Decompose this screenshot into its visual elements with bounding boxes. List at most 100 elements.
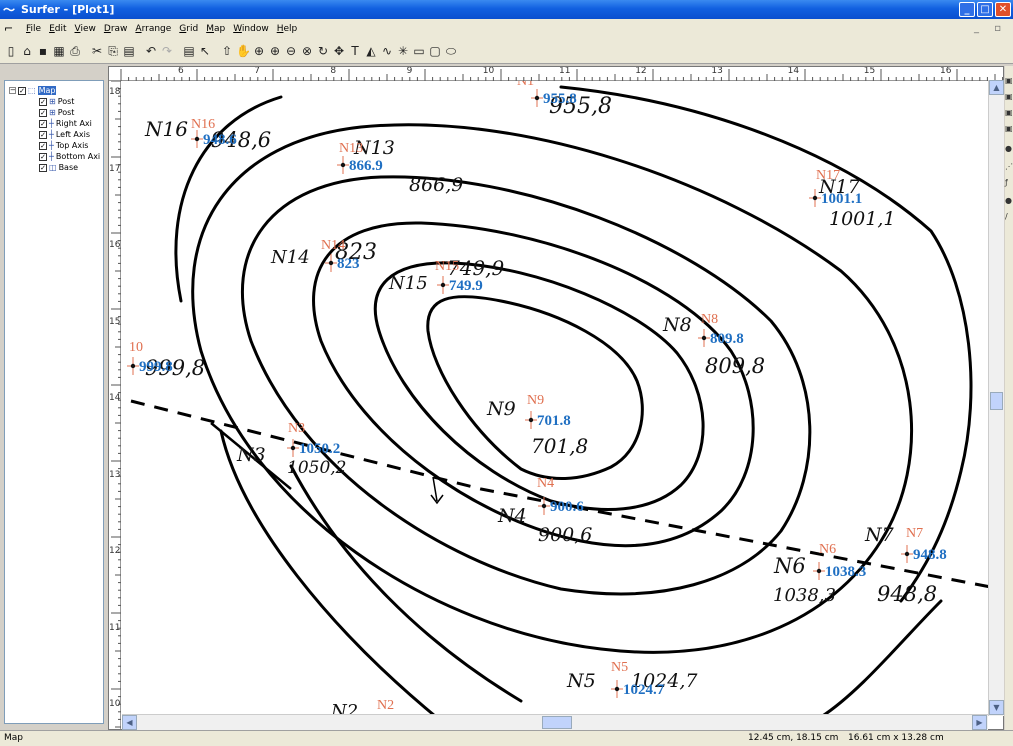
select-arrow-icon[interactable]: ⇧ — [220, 43, 234, 59]
zoom-in-icon[interactable]: ⊕ — [252, 43, 266, 59]
zoom-rect-icon[interactable]: ⊕ — [268, 43, 282, 59]
visibility-checkbox[interactable]: ✓ — [39, 119, 47, 128]
paste-icon[interactable]: ▤ — [122, 43, 136, 59]
well-value-label: 948.6 — [203, 132, 237, 148]
menu-map[interactable]: Map — [202, 24, 229, 34]
well-name-label: N8 — [701, 312, 718, 327]
post-symbol — [611, 680, 623, 698]
tree-item[interactable]: ✓ ┼ Bottom Axi — [39, 151, 100, 162]
ellipse-tool-icon[interactable]: ⬭ — [444, 43, 458, 59]
tool-icon[interactable]: ƒ — [1005, 178, 1008, 187]
menu-grid[interactable]: Grid — [175, 24, 202, 34]
visibility-checkbox[interactable]: ✓ — [39, 130, 47, 139]
tree-item[interactable]: ✓ ┼ Left Axis — [39, 129, 90, 140]
polyline-tool-icon[interactable]: ∿ — [380, 43, 394, 59]
handwritten-label: 900,6 — [538, 524, 592, 546]
well-value-label: 1001.1 — [821, 191, 862, 207]
maximize-button[interactable]: □ — [977, 2, 993, 17]
visibility-checkbox[interactable]: ✓ — [39, 108, 47, 117]
map-canvas[interactable]: N16 948,6955,8N13866,9 N171001,1N14 823N157… — [109, 67, 1004, 730]
well-name-label: 10 — [129, 340, 143, 355]
undo-icon[interactable]: ↶ — [144, 43, 158, 59]
visibility-checkbox[interactable]: ✓ — [39, 163, 47, 172]
horizontal-scrollbar[interactable]: ◀ ▶ — [122, 714, 988, 730]
menu-file[interactable]: File — [22, 24, 45, 34]
menu-arrange[interactable]: Arrange — [131, 24, 175, 34]
context-help-icon[interactable]: ↖ — [198, 43, 212, 59]
visibility-checkbox[interactable]: ✓ — [39, 97, 47, 106]
tool-icon[interactable]: ▣ — [1005, 124, 1013, 133]
rectangle-tool-icon[interactable]: ▭ — [412, 43, 426, 59]
tool-icon[interactable]: ▣ — [1005, 108, 1013, 117]
redo-icon[interactable]: ↷ — [160, 43, 174, 59]
polygon-tool-icon[interactable]: ◭ — [364, 43, 378, 59]
well-value-label: 823 — [337, 256, 360, 272]
cut-icon[interactable]: ✂ — [90, 43, 104, 59]
zoom-out-icon[interactable]: ⊖ — [284, 43, 298, 59]
tree-item[interactable]: ✓ ⊞ Post — [39, 107, 74, 118]
ruler-tick-label: 10 — [109, 699, 121, 709]
tool-icon[interactable]: ● — [1005, 196, 1012, 205]
tool-icon[interactable]: ▣ — [1005, 76, 1013, 85]
move-icon[interactable]: ✥ — [332, 43, 346, 59]
scroll-right-arrow[interactable]: ▶ — [972, 715, 987, 730]
worksheet-icon[interactable]: ▦ — [52, 43, 66, 59]
tree-item[interactable]: − ✓ ⬚ Map — [9, 85, 57, 96]
zoom-page-icon[interactable]: ⊗ — [300, 43, 314, 59]
tool-icon[interactable]: ▣ — [1005, 92, 1013, 101]
minimize-button[interactable]: _ — [959, 2, 975, 17]
tree-item[interactable]: ✓ ┼ Top Axis — [39, 140, 88, 151]
rotate-icon[interactable]: ↻ — [316, 43, 330, 59]
tool-icon[interactable]: ● — [1005, 144, 1012, 153]
document-icon[interactable]: ⌐ — [4, 22, 18, 35]
collapse-icon[interactable]: − — [9, 87, 16, 94]
vertical-scroll-thumb[interactable] — [990, 392, 1003, 410]
tree-item[interactable]: ✓ ┼ Right Axi — [39, 118, 92, 129]
menu-view[interactable]: View — [71, 24, 100, 34]
save-icon[interactable]: ▪ — [36, 43, 50, 59]
new-file-icon[interactable]: ▯ — [4, 43, 18, 59]
well-name-label: N5 — [611, 660, 628, 675]
visibility-checkbox[interactable]: ✓ — [18, 86, 26, 95]
rounded-rectangle-tool-icon[interactable]: ▢ — [428, 43, 442, 59]
vertical-scrollbar[interactable]: ▲ ▼ — [988, 80, 1004, 716]
ruler-tick-label: 11 — [109, 622, 121, 633]
window-title: Surfer - [Plot1] — [21, 3, 115, 16]
tree-item[interactable]: ✓ ◫ Base — [39, 162, 78, 173]
menu-draw[interactable]: Draw — [100, 24, 132, 34]
menu-window[interactable]: Window — [229, 24, 273, 34]
close-button[interactable]: ✕ — [995, 2, 1011, 17]
tool-icon[interactable]: ⋰ — [1005, 162, 1013, 171]
menu-label: elp — [283, 23, 298, 34]
text-tool-icon[interactable]: T — [348, 43, 362, 59]
scroll-down-arrow[interactable]: ▼ — [989, 700, 1004, 715]
well-name-label: N4 — [537, 476, 554, 491]
plot-view[interactable]: N16 948,6 955,8 N13 866,9 N17 1001,1 N14 823 N15 7… — [108, 66, 1004, 730]
cursor-position: 12.45 cm, 18.15 cm — [748, 733, 839, 743]
visibility-checkbox[interactable]: ✓ — [39, 152, 47, 161]
handwritten-label: N15 — [388, 273, 428, 294]
copy-icon[interactable]: ⎘ — [106, 43, 120, 59]
open-folder-icon[interactable]: ⌂ — [20, 43, 34, 59]
menu-edit[interactable]: Edit — [45, 24, 70, 34]
horizontal-scroll-thumb[interactable] — [542, 716, 572, 729]
symbol-tool-icon[interactable]: ✳ — [396, 43, 410, 59]
object-manager-icon[interactable]: ▤ — [182, 43, 196, 59]
tree-item-label: Post — [57, 108, 75, 117]
post-markers — [127, 89, 913, 698]
mdi-controls[interactable]: _ ▫ — [974, 23, 1007, 34]
ruler-tick-label: 9 — [406, 66, 413, 76]
menu-items: File Edit View Draw Arrange Grid Map Window Help — [22, 24, 301, 34]
tree-item[interactable]: ✓ ⊞ Post — [39, 96, 74, 107]
well-value-label: 955.8 — [543, 91, 577, 107]
pan-hand-icon[interactable]: ✋ — [236, 43, 251, 59]
menu-help[interactable]: Help — [273, 24, 302, 34]
scroll-up-arrow[interactable]: ▲ — [989, 80, 1004, 95]
tool-icon[interactable]: / — [1005, 212, 1008, 221]
tree-item-label: Base — [58, 163, 79, 172]
page-size: 16.61 cm x 13.28 cm — [848, 733, 944, 743]
print-icon[interactable]: ⎙ — [68, 43, 82, 59]
visibility-checkbox[interactable]: ✓ — [39, 141, 47, 150]
ruler-tick-label: 7 — [254, 66, 260, 76]
scroll-left-arrow[interactable]: ◀ — [122, 715, 137, 730]
